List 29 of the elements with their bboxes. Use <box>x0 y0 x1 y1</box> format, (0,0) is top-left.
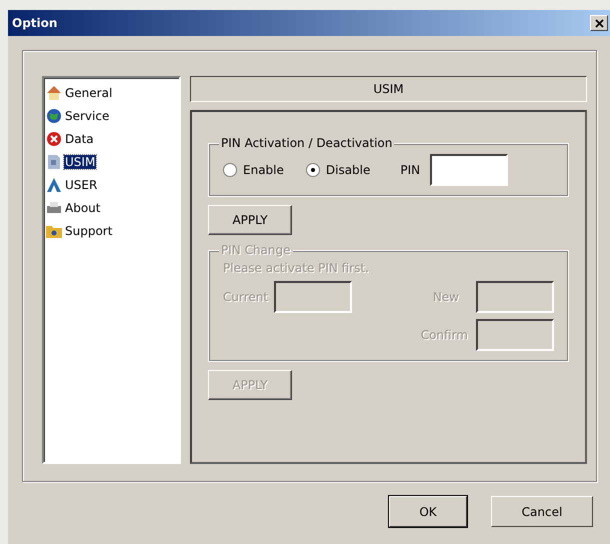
stop-icon <box>45 130 63 148</box>
section-header: USIM <box>190 76 587 102</box>
sidebar-item[interactable]: USIM <box>64 154 96 168</box>
radio-option[interactable]: Enable <box>223 163 284 177</box>
apply-button[interactable]: APPLY <box>208 205 292 235</box>
field-label: Confirm <box>420 328 468 342</box>
window-title: Option <box>12 16 58 30</box>
letter-icon <box>45 176 63 194</box>
sidebar-item[interactable]: USER <box>64 178 98 192</box>
close-icon <box>594 18 604 28</box>
ok-button[interactable]: OK <box>389 496 467 527</box>
house-icon <box>45 84 63 102</box>
radio-option[interactable]: Disable <box>306 163 370 177</box>
group-title: PIN Change <box>219 243 293 257</box>
card-icon <box>45 152 63 170</box>
sidebar-item[interactable]: Support <box>64 224 114 238</box>
sidebar-item[interactable]: Data <box>64 132 95 146</box>
field-label: PIN <box>400 163 420 177</box>
close-button[interactable] <box>590 15 608 31</box>
group-title: PIN Activation / Deactivation <box>219 136 394 150</box>
field-label: Current <box>223 290 268 304</box>
pin-field[interactable] <box>430 154 508 186</box>
sidebar-item[interactable]: About <box>64 200 102 214</box>
cancel-button[interactable]: Cancel <box>491 496 593 527</box>
hint-text: Please activate PIN first. <box>223 261 370 275</box>
sidebar-item[interactable]: Service <box>64 108 110 122</box>
globe-icon <box>45 106 63 124</box>
field-label: New <box>432 290 459 304</box>
sidebar-item[interactable]: General <box>64 86 114 100</box>
